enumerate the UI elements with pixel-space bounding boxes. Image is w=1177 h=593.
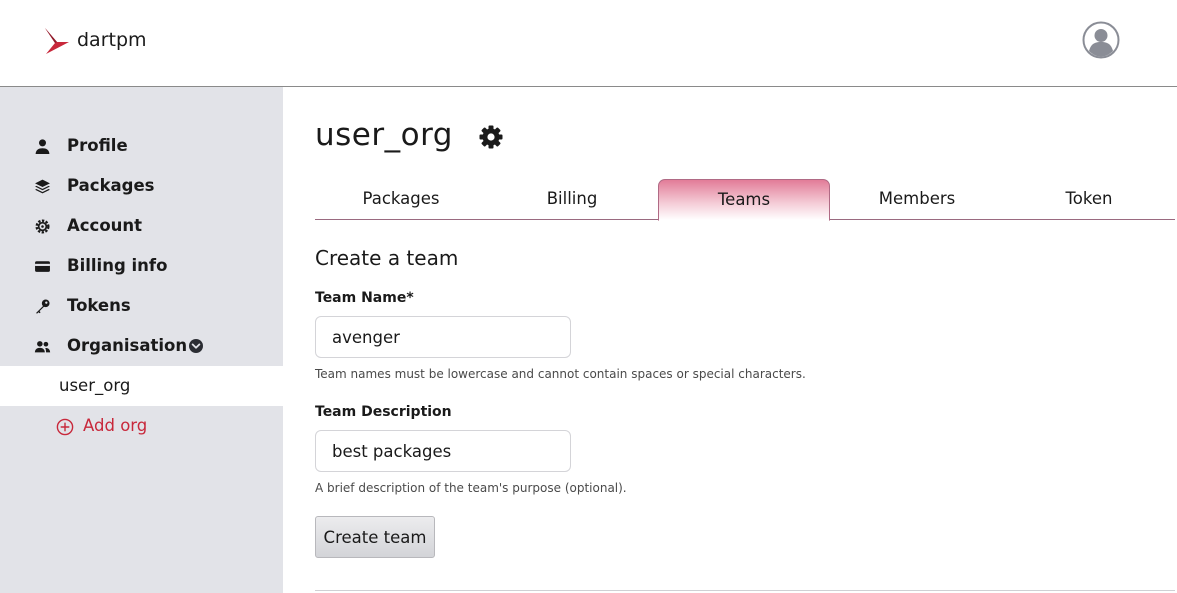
- sidebar-item-label: Organisation: [67, 336, 188, 355]
- sidebar-org-item-user-org[interactable]: user_org: [0, 366, 283, 406]
- add-org-label: Add org: [83, 416, 148, 435]
- sidebar-item-label: Account: [67, 216, 143, 235]
- org-tabs: Packages Billing Teams Members Token: [315, 179, 1175, 221]
- team-name-help-text: Team names must be lowercase and cannot …: [315, 367, 806, 381]
- brand-name[interactable]: dartpm: [77, 29, 147, 51]
- team-description-input[interactable]: [315, 430, 571, 472]
- settings-gear-icon[interactable]: [478, 124, 504, 150]
- tab-members[interactable]: Members: [831, 179, 1003, 220]
- person-icon: [35, 139, 50, 154]
- dartpm-logo-icon[interactable]: [42, 26, 72, 56]
- sidebar: Profile Packages Account Billing info To…: [0, 87, 283, 593]
- team-name-label: Team Name*: [315, 290, 414, 306]
- sidebar-org-label: user_org: [59, 376, 131, 395]
- team-name-input[interactable]: [315, 316, 571, 358]
- sidebar-item-account[interactable]: Account: [0, 206, 283, 246]
- create-team-button[interactable]: Create team: [315, 516, 435, 558]
- stack-icon: [35, 179, 50, 194]
- sidebar-item-packages[interactable]: Packages: [0, 166, 283, 206]
- sidebar-item-label: Tokens: [67, 296, 131, 315]
- sidebar-item-organisation[interactable]: Organisation: [0, 326, 283, 366]
- sidebar-item-label: Packages: [67, 176, 155, 195]
- gear-icon: [35, 219, 50, 234]
- team-description-label: Team Description: [315, 404, 452, 420]
- chevron-down-icon[interactable]: [188, 338, 204, 354]
- team-description-help-text: A brief description of the team's purpos…: [315, 481, 627, 495]
- credit-card-icon: [35, 261, 50, 272]
- tab-teams[interactable]: Teams: [658, 179, 830, 221]
- sidebar-item-profile[interactable]: Profile: [0, 126, 283, 166]
- section-divider: [315, 590, 1175, 591]
- sidebar-item-billing-info[interactable]: Billing info: [0, 246, 283, 286]
- sidebar-item-label: Billing info: [67, 256, 168, 275]
- user-avatar-icon[interactable]: [1082, 21, 1120, 59]
- add-org-button[interactable]: Add org: [0, 406, 283, 446]
- create-team-heading: Create a team: [315, 246, 459, 270]
- plus-circle-icon: [56, 418, 74, 436]
- key-icon: [36, 299, 50, 314]
- sidebar-item-label: Profile: [67, 136, 128, 155]
- tab-billing[interactable]: Billing: [486, 179, 658, 220]
- page-title: user_org: [315, 117, 453, 153]
- tab-token[interactable]: Token: [1003, 179, 1175, 220]
- people-icon: [34, 341, 51, 353]
- tab-packages[interactable]: Packages: [315, 179, 487, 220]
- sidebar-item-tokens[interactable]: Tokens: [0, 286, 283, 326]
- top-header: dartpm: [0, 0, 1177, 87]
